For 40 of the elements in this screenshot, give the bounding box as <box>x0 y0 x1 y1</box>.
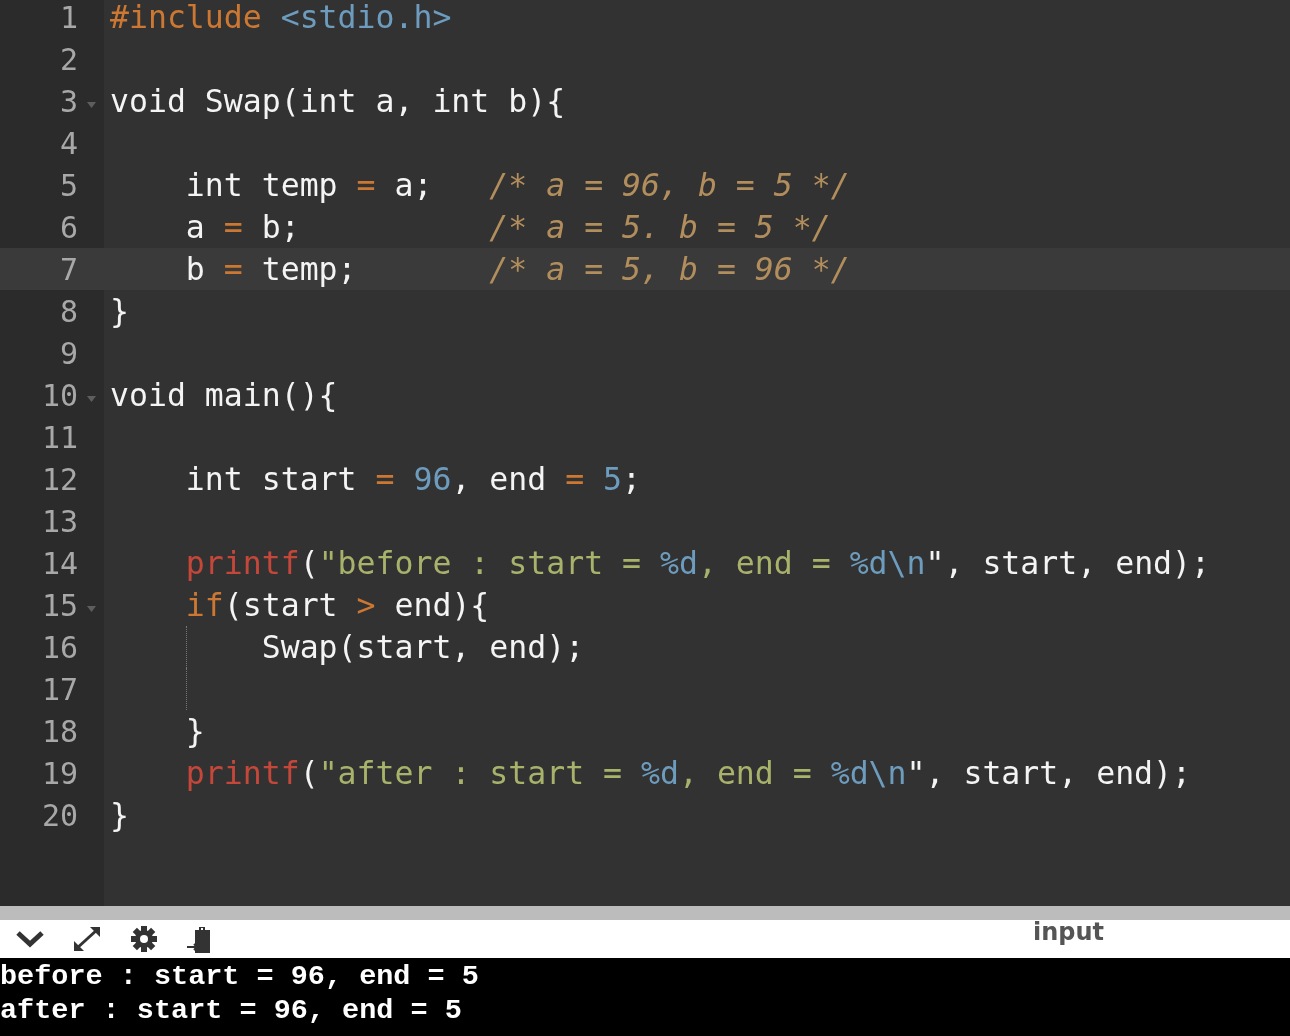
line-number: 6 <box>59 209 78 245</box>
code-line: void Swap(int a, int b){ <box>110 83 566 119</box>
chevron-down-icon[interactable] <box>16 930 44 948</box>
line-number: 16 <box>41 629 78 665</box>
settings-icon[interactable] <box>130 925 158 953</box>
line-number: 12 <box>41 461 78 497</box>
code-line: void main(){ <box>110 377 338 413</box>
code-line: } <box>110 293 129 329</box>
code-line: printf("before : start = %d, end = %d\n", start, end); <box>184 545 1210 581</box>
code-line: b = temp; /* a = 5, b = 96 */ <box>184 251 850 287</box>
code-line: #include <stdio.h> <box>110 0 452 35</box>
code-line: int start = 96, end = 5; <box>184 461 642 497</box>
line-number: 18 <box>41 713 78 749</box>
code-line: Swap(start, end); <box>260 629 585 665</box>
line-number: 9 <box>59 335 78 371</box>
line-number: 15 <box>41 587 78 623</box>
code-line: if(start > end){ <box>184 587 490 623</box>
line-number: 10 <box>41 377 78 413</box>
line-number: 7 <box>59 251 78 287</box>
line-number: 14 <box>41 545 78 581</box>
output-line: before : start = 96, end = 5 <box>0 960 480 994</box>
code-line: } <box>184 713 205 749</box>
line-number: 8 <box>59 293 78 329</box>
line-number: 11 <box>41 419 78 455</box>
line-number: 5 <box>59 167 78 203</box>
line-number: 19 <box>41 755 78 791</box>
output-line: after : start = 96, end = 5 <box>0 994 463 1028</box>
line-number: 13 <box>41 503 78 539</box>
line-number: 17 <box>41 671 78 707</box>
expand-icon[interactable] <box>72 925 102 953</box>
code-line: int temp = a; /* a = 96, b = 5 */ <box>184 167 850 203</box>
line-number: 2 <box>59 41 78 77</box>
line-number: 20 <box>41 797 78 833</box>
line-number: 4 <box>59 125 78 161</box>
line-number: 1 <box>59 0 78 35</box>
code-line: } <box>110 797 129 833</box>
code-line: a = b; /* a = 5. b = 5 */ <box>184 209 831 245</box>
line-number: 3 <box>59 83 78 119</box>
input-label: input <box>1032 918 1104 946</box>
code-line: printf("after : start = %d, end = %d\n", start, end); <box>184 755 1192 791</box>
